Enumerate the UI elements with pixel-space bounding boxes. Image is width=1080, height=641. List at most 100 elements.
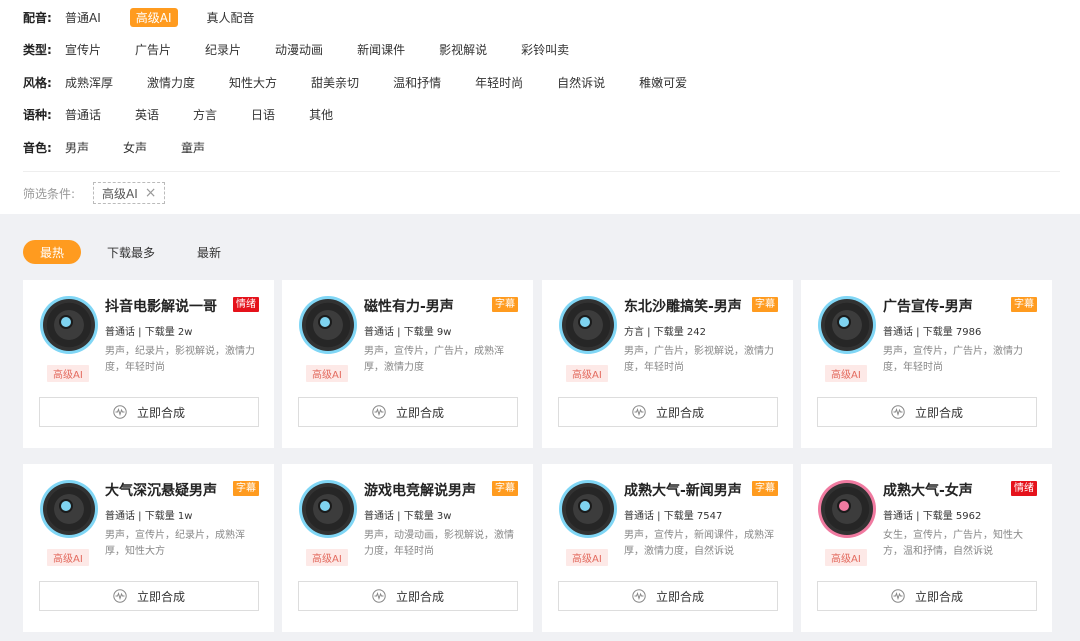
close-icon[interactable]: × <box>145 186 157 200</box>
filter-option[interactable]: 激情力度 <box>142 73 200 92</box>
voice-card[interactable]: 广告宣传-男声 字幕 普通话 | 下载量 7986 男声，宣传片，广告片，激情力度，年… <box>801 280 1052 448</box>
filter-option-human-voice[interactable]: 真人配音 <box>202 8 260 27</box>
synthesize-button-label: 立即合成 <box>914 589 963 604</box>
synthesize-button[interactable]: 立即合成 <box>39 581 259 611</box>
filter-option[interactable]: 男声 <box>65 138 94 157</box>
voice-card[interactable]: 抖音电影解说一哥 情绪 普通话 | 下载量 2w 男声，纪录片，影视解说，激情力度，年… <box>23 280 274 448</box>
filter-option[interactable]: 日语 <box>246 105 280 124</box>
voice-tier-tag: 高级AI <box>306 365 348 382</box>
voice-card[interactable]: 成熟大气-女声 情绪 普通话 | 下载量 5962 女生，宣传片，广告片，知性大方，温… <box>801 464 1052 632</box>
filter-option-normal-ai[interactable]: 普通AI <box>65 8 106 27</box>
voice-title[interactable]: 大气深沉悬疑男声 <box>105 480 217 500</box>
filter-option[interactable]: 宣传片 <box>65 40 106 59</box>
sort-tab-most-downloads[interactable]: 下载最多 <box>95 240 167 264</box>
record-disc-center <box>59 499 73 513</box>
record-disc-center <box>837 315 851 329</box>
voice-title[interactable]: 抖音电影解说一哥 <box>105 296 217 316</box>
filter-label: 配音: <box>23 10 52 25</box>
record-disc-icon <box>559 480 617 538</box>
synthesize-button[interactable]: 立即合成 <box>817 397 1037 427</box>
sort-tab-newest[interactable]: 最新 <box>183 240 235 264</box>
synthesize-button[interactable]: 立即合成 <box>298 581 518 611</box>
feature-badge: 字幕 <box>1011 297 1037 312</box>
synthesize-button-label: 立即合成 <box>655 589 704 604</box>
voice-title[interactable]: 成熟大气-女声 <box>883 480 973 500</box>
filter-option[interactable]: 女声 <box>118 138 152 157</box>
record-disc-icon <box>40 296 98 354</box>
voice-card[interactable]: 游戏电竞解说男声 字幕 普通话 | 下载量 3w 男声，动漫动画，影视解说，激情力度，… <box>282 464 533 632</box>
voice-card[interactable]: 成熟大气-新闻男声 字幕 普通话 | 下载量 7547 男声，宣传片，新闻课件，成熟浑… <box>542 464 793 632</box>
voice-tier-tag: 高级AI <box>306 549 348 566</box>
filter-option[interactable]: 其他 <box>304 105 338 124</box>
filter-row-style: 风格: 成熟浑厚 激情力度 知性大方 甜美亲切 温和抒情 年轻时尚 自然诉说 稚… <box>23 72 716 92</box>
filter-option[interactable]: 成熟浑厚 <box>65 73 118 92</box>
record-disc-icon <box>299 296 357 354</box>
filter-option-advanced-ai[interactable]: 高级AI <box>129 7 178 27</box>
voice-title[interactable]: 游戏电竞解说男声 <box>364 480 476 500</box>
filter-row-type: 类型: 宣传片 广告片 纪录片 动漫动画 新闻课件 影视解说 彩铃叫卖 <box>23 39 598 59</box>
voice-meta: 普通话 | 下载量 2w <box>105 327 193 338</box>
sort-tab-hottest[interactable]: 最热 <box>23 240 81 264</box>
feature-badge: 字幕 <box>492 297 518 312</box>
synthesize-button-label: 立即合成 <box>136 405 185 420</box>
waveform-icon <box>113 589 127 603</box>
synthesize-button-label: 立即合成 <box>395 405 444 420</box>
filter-option[interactable]: 自然诉说 <box>552 73 610 92</box>
filter-option[interactable]: 甜美亲切 <box>306 73 364 92</box>
record-disc-center <box>59 315 73 329</box>
filter-option[interactable]: 稚嫩可爱 <box>634 73 692 92</box>
voice-title[interactable]: 磁性有力-男声 <box>364 296 454 316</box>
feature-badge: 字幕 <box>752 297 778 312</box>
filter-option[interactable]: 纪录片 <box>200 40 246 59</box>
synthesize-button-label: 立即合成 <box>655 405 704 420</box>
synthesize-button[interactable]: 立即合成 <box>817 581 1037 611</box>
voice-meta: 普通话 | 下载量 7547 <box>624 511 723 522</box>
waveform-icon <box>372 405 386 419</box>
filter-option[interactable]: 温和抒情 <box>388 73 446 92</box>
voice-title[interactable]: 广告宣传-男声 <box>883 296 973 316</box>
waveform-icon <box>891 589 905 603</box>
filter-option[interactable]: 年轻时尚 <box>470 73 528 92</box>
voice-card[interactable]: 大气深沉悬疑男声 字幕 普通话 | 下载量 1w 男声，宣传片，纪录片，成熟浑厚，知性… <box>23 464 274 632</box>
filter-option[interactable]: 彩铃叫卖 <box>516 40 574 59</box>
voice-meta: 普通话 | 下载量 5962 <box>883 511 982 522</box>
voice-title[interactable]: 成熟大气-新闻男声 <box>624 480 742 500</box>
filter-row-voice: 配音: 普通AI 高级AI 真人配音 <box>23 7 284 27</box>
record-disc-center <box>578 315 592 329</box>
voice-card[interactable]: 磁性有力-男声 字幕普通话 | 下载量 9w 男声，宣传片，广告片，成熟浑厚，激情力… <box>282 280 533 448</box>
synthesize-button[interactable]: 立即合成 <box>39 397 259 427</box>
voice-description: 男声，广告片，影视解说，激情力度，年轻时尚 <box>624 346 774 373</box>
waveform-icon <box>372 589 386 603</box>
voice-description: 男声，宣传片，新闻课件，成熟浑厚，激情力度，自然诉说 <box>624 530 774 557</box>
filter-option[interactable]: 英语 <box>130 105 164 124</box>
filter-option[interactable]: 动漫动画 <box>270 40 328 59</box>
record-disc-center <box>318 315 332 329</box>
condition-tag[interactable]: 高级AI × <box>93 182 166 204</box>
voice-description: 男声，宣传片，广告片，成熟浑厚，激情力度 <box>364 346 504 373</box>
filter-option[interactable]: 童声 <box>176 138 210 157</box>
filter-panel: 配音: 普通AI 高级AI 真人配音 类型: 宣传片 广告片 纪录片 动漫动画 … <box>0 0 1080 214</box>
voice-title[interactable]: 东北沙雕搞笑-男声 <box>624 296 742 316</box>
voice-card[interactable]: 东北沙雕搞笑-男声 字幕 方言 | 下载量 242 男声，广告片，影视解说，激情力度，… <box>542 280 793 448</box>
filter-option[interactable]: 影视解说 <box>434 40 492 59</box>
voice-meta: 普通话 | 下载量 9w <box>364 327 452 338</box>
filter-option[interactable]: 新闻课件 <box>352 40 410 59</box>
synthesize-button[interactable]: 立即合成 <box>298 397 518 427</box>
synthesize-button[interactable]: 立即合成 <box>558 581 778 611</box>
voice-meta: 普通话 | 下载量 3w <box>364 511 452 522</box>
synthesize-button[interactable]: 立即合成 <box>558 397 778 427</box>
record-disc-center <box>318 499 332 513</box>
record-disc-icon <box>818 296 876 354</box>
voice-tier-tag: 高级AI <box>825 549 867 566</box>
record-disc-center <box>578 499 592 513</box>
filter-option[interactable]: 知性大方 <box>224 73 282 92</box>
record-disc-icon <box>299 480 357 538</box>
filter-option[interactable]: 广告片 <box>130 40 176 59</box>
filter-option[interactable]: 方言 <box>188 105 222 124</box>
filter-label: 音色: <box>23 140 52 155</box>
record-disc-center <box>837 499 851 513</box>
filter-option[interactable]: 普通话 <box>65 105 106 124</box>
record-disc-icon <box>559 296 617 354</box>
voice-description: 男声，宣传片，广告片，激情力度，年轻时尚 <box>883 346 1023 373</box>
feature-badge: 情绪 <box>1011 481 1037 496</box>
